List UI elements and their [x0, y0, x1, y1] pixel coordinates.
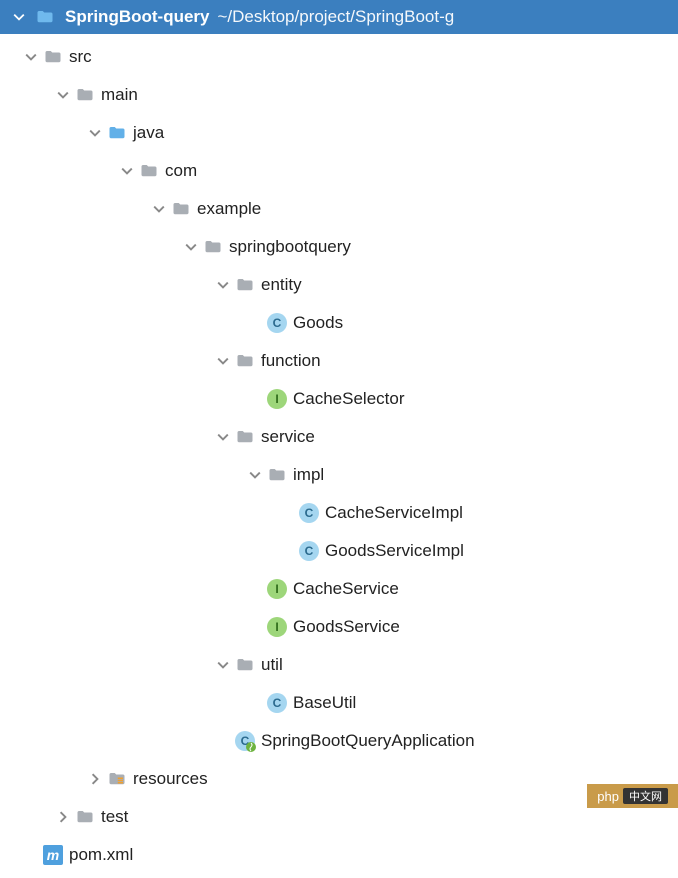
tree-item-label: util	[261, 655, 283, 675]
tree-item-label: springbootquery	[229, 237, 351, 257]
chevron-down-icon[interactable]	[20, 46, 42, 68]
folder-icon	[106, 122, 128, 144]
class-icon: C	[266, 692, 288, 714]
tree-item[interactable]: main	[0, 76, 678, 114]
tree-item[interactable]: ICacheService	[0, 570, 678, 608]
tree-item[interactable]: CCacheServiceImpl	[0, 494, 678, 532]
folder-icon	[234, 350, 256, 372]
project-tree: srcmain javacomexample springbootquery enti…	[0, 34, 678, 878]
tree-item-label: SpringBootQueryApplication	[261, 731, 475, 751]
folder-icon	[138, 160, 160, 182]
tree-item[interactable]: CBaseUtil	[0, 684, 678, 722]
chevron-down-icon[interactable]	[244, 464, 266, 486]
tree-item-label: GoodsServiceImpl	[325, 541, 464, 561]
folder-icon	[74, 806, 96, 828]
tree-item-label: CacheServiceImpl	[325, 503, 463, 523]
folder-icon	[34, 6, 56, 28]
folder-icon	[266, 464, 288, 486]
tree-item[interactable]: ICacheSelector	[0, 380, 678, 418]
folder-icon	[42, 46, 64, 68]
tree-item-label: example	[197, 199, 261, 219]
tree-item-label: pom.xml	[69, 845, 133, 865]
tree-item-label: BaseUtil	[293, 693, 356, 713]
tree-item[interactable]: test	[0, 798, 678, 836]
project-header[interactable]: SpringBoot-query ~/Desktop/project/Sprin…	[0, 0, 678, 34]
tree-item[interactable]: service	[0, 418, 678, 456]
project-name: SpringBoot-query	[65, 7, 210, 27]
chevron-down-icon[interactable]	[148, 198, 170, 220]
interface-icon: I	[266, 616, 288, 638]
tree-item-label: java	[133, 123, 164, 143]
tree-item-label: com	[165, 161, 197, 181]
folder-icon	[170, 198, 192, 220]
interface-icon: I	[266, 578, 288, 600]
tree-item[interactable]: CGoods	[0, 304, 678, 342]
chevron-down-icon[interactable]	[116, 160, 138, 182]
chevron-down-icon[interactable]	[212, 350, 234, 372]
tree-item-label: test	[101, 807, 128, 827]
folder-icon	[234, 274, 256, 296]
tree-item[interactable]: com	[0, 152, 678, 190]
tree-item[interactable]: CSpringBootQueryApplication	[0, 722, 678, 760]
resources-folder-icon	[106, 768, 128, 790]
tree-item[interactable]: src	[0, 38, 678, 76]
tree-item[interactable]: CGoodsServiceImpl	[0, 532, 678, 570]
tree-item[interactable]: example	[0, 190, 678, 228]
chevron-down-icon[interactable]	[212, 654, 234, 676]
tree-item[interactable]: springbootquery	[0, 228, 678, 266]
class-icon: C	[298, 502, 320, 524]
class-icon: C	[298, 540, 320, 562]
tree-item-label: impl	[293, 465, 324, 485]
chevron-right-icon[interactable]	[52, 806, 74, 828]
chevron-down-icon	[8, 6, 30, 28]
tree-item-label: service	[261, 427, 315, 447]
folder-icon	[234, 426, 256, 448]
chevron-down-icon[interactable]	[180, 236, 202, 258]
chevron-right-icon[interactable]	[84, 768, 106, 790]
folder-icon	[234, 654, 256, 676]
tree-item[interactable]: entity	[0, 266, 678, 304]
tree-item[interactable]: java	[0, 114, 678, 152]
interface-icon: I	[266, 388, 288, 410]
tree-item-label: src	[69, 47, 92, 67]
folder-icon	[202, 236, 224, 258]
tree-item-label: GoodsService	[293, 617, 400, 637]
tree-item[interactable]: function	[0, 342, 678, 380]
class-icon: C	[266, 312, 288, 334]
tree-item[interactable]: mpom.xml	[0, 836, 678, 874]
tree-item[interactable]: util	[0, 646, 678, 684]
tree-item-label: entity	[261, 275, 302, 295]
tree-item[interactable]: resources	[0, 760, 678, 798]
tree-item[interactable]: IGoodsService	[0, 608, 678, 646]
tree-item-label: main	[101, 85, 138, 105]
tree-item-label: CacheService	[293, 579, 399, 599]
tree-item-label: function	[261, 351, 321, 371]
tree-item-label: resources	[133, 769, 208, 789]
chevron-down-icon[interactable]	[212, 426, 234, 448]
tree-item[interactable]: impl	[0, 456, 678, 494]
folder-icon	[74, 84, 96, 106]
tree-item-label: Goods	[293, 313, 343, 333]
spring-boot-icon: C	[234, 730, 256, 752]
tree-item-label: CacheSelector	[293, 389, 405, 409]
watermark: php 中文网	[587, 784, 678, 808]
project-path: ~/Desktop/project/SpringBoot-g	[218, 7, 455, 27]
chevron-down-icon[interactable]	[52, 84, 74, 106]
maven-icon: m	[42, 844, 64, 866]
chevron-down-icon[interactable]	[212, 274, 234, 296]
chevron-down-icon[interactable]	[84, 122, 106, 144]
